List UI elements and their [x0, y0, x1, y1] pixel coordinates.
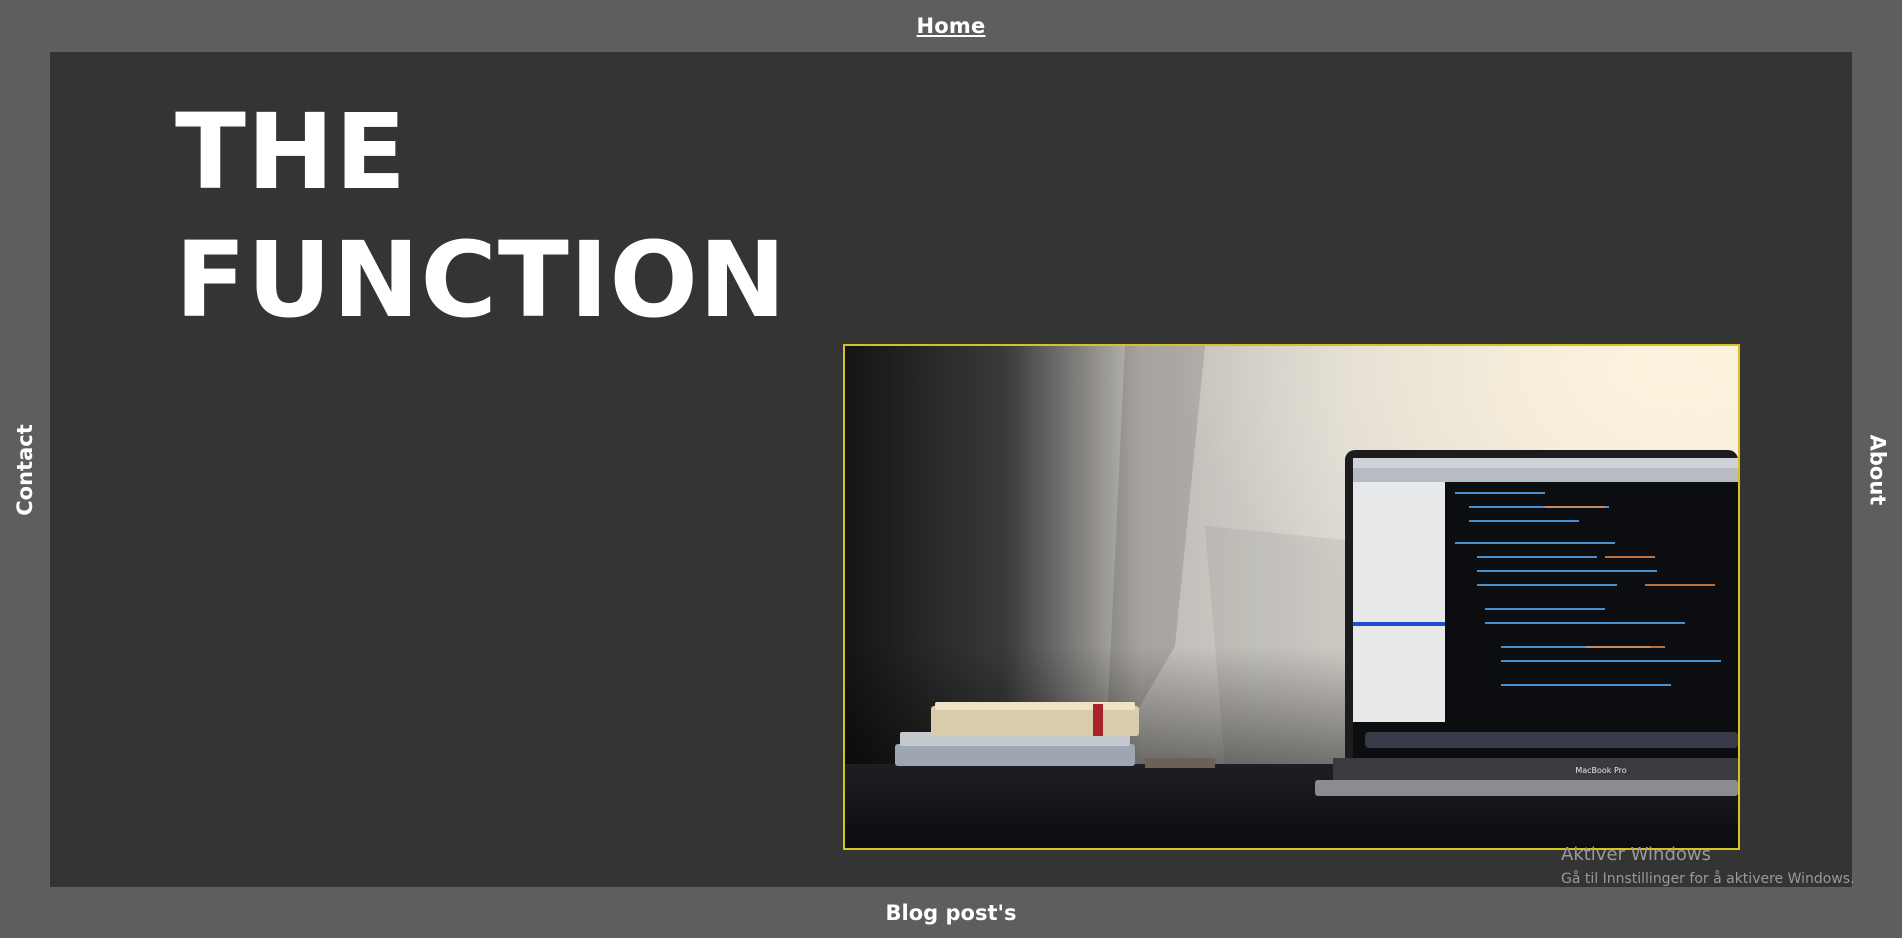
watermark-subtitle: Gå til Innstillinger for å aktivere Wind…	[1561, 871, 1855, 887]
page: Home Contact About THE FUNCTION MacBook …	[0, 0, 1902, 938]
laptop: MacBook Pro	[1315, 450, 1738, 796]
main-panel: THE FUNCTION MacBook Pro	[50, 52, 1852, 887]
home-link[interactable]: Home	[917, 14, 986, 38]
top-nav: Home	[0, 0, 1902, 52]
bottom-nav: Blog post's	[0, 887, 1902, 938]
windows-activation-watermark: Aktiver Windows Gå til Innstillinger for…	[1561, 843, 1855, 889]
left-nav: Contact	[0, 52, 50, 887]
right-nav: About	[1852, 52, 1902, 887]
hero-image: MacBook Pro	[843, 344, 1740, 850]
blog-posts-link[interactable]: Blog post's	[886, 901, 1017, 925]
page-title: THE FUNCTION	[175, 88, 787, 344]
laptop-brand-label: MacBook Pro	[1575, 766, 1626, 775]
about-link[interactable]: About	[1865, 434, 1889, 505]
watermark-title: Aktiver Windows	[1561, 844, 1711, 865]
title-line-2: FUNCTION	[175, 219, 787, 341]
title-line-1: THE	[175, 91, 408, 213]
contact-link[interactable]: Contact	[13, 424, 37, 516]
desk-laptop-photo: MacBook Pro	[845, 346, 1738, 848]
